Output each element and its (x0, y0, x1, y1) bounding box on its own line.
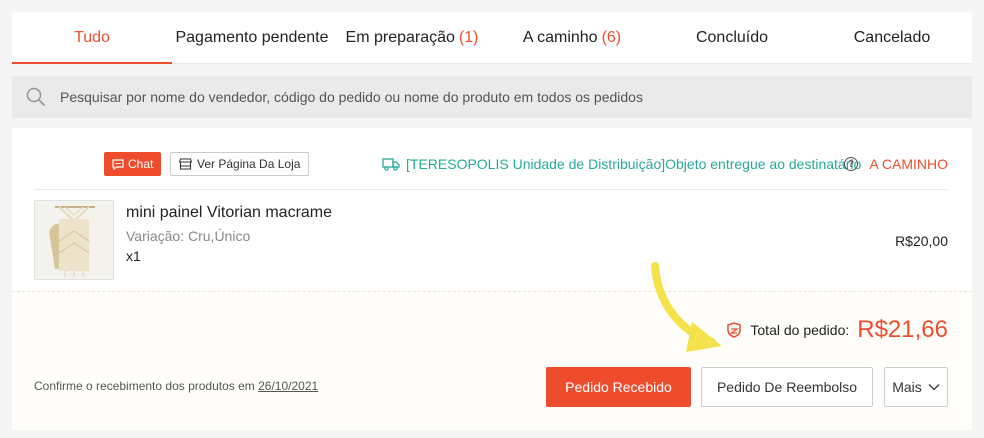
chat-label: Chat (128, 157, 154, 171)
order-footer: Total do pedido: R$21,66 Confirme o rece… (12, 291, 972, 430)
confirm-text: Confirme o recebimento dos produtos em (34, 379, 259, 393)
more-label: Mais (892, 379, 922, 395)
order-received-button[interactable]: Pedido Recebido (546, 367, 691, 407)
help-icon[interactable]: ? (844, 157, 858, 171)
product-variation: Variação: Cru,Único (126, 228, 251, 244)
more-button[interactable]: Mais (884, 367, 948, 407)
delivery-text: [TERESOPOLIS Unidade de Distribuição]Obj… (406, 156, 862, 172)
tab-pagamento-pendente[interactable]: Pagamento pendente (172, 12, 332, 63)
search-input[interactable] (60, 89, 940, 105)
total-label: Total do pedido: (750, 322, 850, 338)
chat-button[interactable]: Chat (104, 152, 162, 176)
tab-label: Em preparação (345, 28, 455, 46)
chat-icon (112, 158, 124, 170)
tab-count: (6) (601, 28, 622, 46)
view-shop-label: Ver Página Da Loja (197, 157, 301, 171)
tab-count: (1) (458, 28, 479, 46)
refund-request-button[interactable]: Pedido De Reembolso (701, 367, 873, 407)
shop-header: Chat Ver Página Da Loja [TERESOPOLIS Uni… (34, 142, 948, 190)
product-thumbnail[interactable] (34, 200, 114, 280)
tab-concluido[interactable]: Concluído (652, 12, 812, 63)
tab-label: Pagamento pendente (175, 28, 329, 46)
tab-tudo[interactable]: Tudo (12, 12, 172, 64)
tab-em-preparacao[interactable]: Em preparação (1) (332, 12, 492, 63)
product-item[interactable]: mini painel Vitorian macrame Variação: C… (34, 200, 948, 280)
truck-icon (382, 158, 400, 171)
product-quantity: x1 (126, 248, 141, 264)
chevron-down-icon (928, 384, 940, 391)
tab-label: Cancelado (853, 28, 931, 46)
view-shop-button[interactable]: Ver Página Da Loja (170, 152, 310, 176)
order-card: Chat Ver Página Da Loja [TERESOPOLIS Uni… (12, 128, 972, 430)
delivery-status[interactable]: [TERESOPOLIS Unidade de Distribuição]Obj… (382, 152, 861, 176)
total-value: R$21,66 (857, 316, 948, 343)
tab-label: Concluído (695, 28, 769, 46)
confirm-receipt-note: Confirme o recebimento dos produtos em 2… (34, 379, 318, 393)
search-icon (26, 87, 45, 106)
tab-a-caminho[interactable]: A caminho (6) (492, 12, 652, 63)
macrame-image-icon (35, 201, 113, 279)
order-search-bar (12, 76, 972, 118)
order-status-label: A CAMINHO (869, 156, 948, 172)
tab-label: A caminho (522, 28, 598, 46)
product-name[interactable]: mini painel Vitorian macrame (126, 204, 332, 222)
tab-label: Tudo (74, 28, 110, 46)
store-icon (179, 158, 192, 170)
annotation-arrow-icon (651, 262, 722, 352)
tab-cancelado[interactable]: Cancelado (812, 12, 972, 63)
product-price: R$20,00 (895, 233, 948, 249)
order-status-tabs: Tudo Pagamento pendente Em preparação (1)… (12, 12, 972, 64)
order-total: Total do pedido: R$21,66 (726, 316, 948, 344)
confirm-date[interactable]: 26/10/2021 (258, 379, 318, 393)
